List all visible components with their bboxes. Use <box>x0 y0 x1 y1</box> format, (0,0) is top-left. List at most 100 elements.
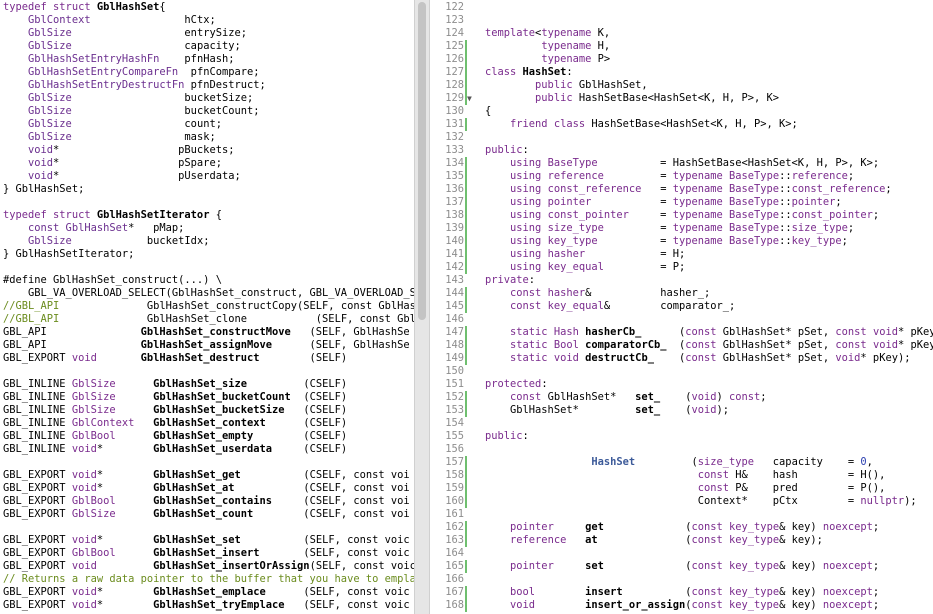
code-line[interactable]: 164 <box>430 547 933 560</box>
code-line[interactable]: 160 Context* pCtx = nullptr); <box>430 495 933 508</box>
code-token: * pMap; <box>128 222 185 234</box>
line-number: 152 <box>445 391 464 403</box>
code-token: Context* pCtx = <box>485 495 861 507</box>
line-number: 148 <box>445 339 464 351</box>
code-line[interactable]: 128 public GblHashSet, <box>430 79 933 92</box>
code-line[interactable]: 150 <box>430 365 933 378</box>
code-token: void <box>3 170 54 182</box>
fold-arrow-icon[interactable]: ▼ <box>467 92 472 105</box>
code-token: GblHashSet_constructMove <box>140 326 291 338</box>
code-token: const <box>691 521 723 533</box>
code-token: GblHashSet_constructCopy(SELF, const Gbl… <box>59 300 414 312</box>
code-line[interactable]: 138 using const_pointer = typename BaseT… <box>430 209 933 222</box>
code-token: GblHashSet_emplace <box>153 586 266 598</box>
left-editor-scrollbar[interactable] <box>414 0 430 614</box>
code-line[interactable]: 156 <box>430 443 933 456</box>
code-line[interactable]: 134 using BaseType = HashSetBase<HashSet… <box>430 157 933 170</box>
code-line[interactable]: 129 ▼ public HashSetBase<HashSet<K, H, P>… <box>430 92 933 105</box>
code-line[interactable]: 140 using key_type = typename BaseType::… <box>430 235 933 248</box>
code-line[interactable]: 154 <box>430 417 933 430</box>
code-line[interactable]: 144 const hasher& hasher_; <box>430 287 933 300</box>
code-line[interactable]: 167 bool insert (const key_type& key) no… <box>430 586 933 599</box>
code-line[interactable]: 132 <box>430 131 933 144</box>
code-token: GBL_API <box>3 326 141 338</box>
code-line[interactable]: 145 const key_equal& comparator_; <box>430 300 933 313</box>
code-line[interactable]: 143 private: <box>430 274 933 287</box>
code-line[interactable]: 130 { <box>430 105 933 118</box>
right-editor-pane[interactable]: 122 123 124 template<typename K, 125 typenam… <box>430 0 933 614</box>
code-text: GBL_EXPORT GblBool GblHashSet_contains (… <box>3 495 410 508</box>
code-line[interactable]: 148 static Bool comparatorCb_ (const Gbl… <box>430 339 933 352</box>
code-line[interactable]: 168 void insert_or_assign(const key_type… <box>430 599 933 612</box>
code-token: typedef struct <box>3 209 97 221</box>
line-number: 136 <box>445 183 464 195</box>
code-token: H, <box>591 40 611 52</box>
code-line[interactable]: 122 <box>430 1 933 14</box>
code-line[interactable]: 127 class HashSet: <box>430 66 933 79</box>
code-line[interactable]: 166 <box>430 573 933 586</box>
code-token: size_type <box>697 456 755 468</box>
code-token: typename <box>541 40 592 52</box>
code-text: void* pBuckets; <box>3 144 234 157</box>
line-number: 158 <box>445 469 464 481</box>
code-line[interactable]: 153 GblHashSet* set_ (void); <box>430 404 933 417</box>
code-line[interactable]: 123 <box>430 14 933 27</box>
code-token: * <box>96 482 154 494</box>
code-token: GblSize <box>3 118 72 130</box>
scrollbar-thumb[interactable] <box>418 2 426 320</box>
code-token: , <box>866 456 873 468</box>
code-line[interactable]: 158 const H& hash = H(), <box>430 469 933 482</box>
code-line[interactable]: 136 using const_reference = typename Bas… <box>430 183 933 196</box>
code-line[interactable]: 133 public: <box>430 144 933 157</box>
code-line[interactable]: 131 friend class HashSetBase<HashSet<K, … <box>430 118 933 131</box>
code-line[interactable]: 126 typename P> <box>430 53 933 66</box>
code-line[interactable]: 162 pointer get (const key_type& key) no… <box>430 521 933 534</box>
code-line[interactable]: 139 using size_type = typename BaseType:… <box>430 222 933 235</box>
code-token: void <box>3 157 54 169</box>
code-token: entrySize; <box>71 27 247 39</box>
code-line[interactable]: 146 <box>430 313 933 326</box>
code-line[interactable]: 163 reference at (const key_type& key); <box>430 534 933 547</box>
code-line[interactable]: 155 public: <box>430 430 933 443</box>
code-line[interactable]: 147 static Hash hasherCb_ (const GblHash… <box>430 326 933 339</box>
code-line[interactable]: 152 const GblHashSet* set_ (void) const; <box>430 391 933 404</box>
code-token: const <box>691 586 723 598</box>
code-token: * <box>96 443 154 455</box>
code-line[interactable]: 151 protected: <box>430 378 933 391</box>
line-number: 123 <box>445 14 464 26</box>
code-line[interactable]: 137 using pointer = typename BaseType::p… <box>430 196 933 209</box>
code-line[interactable]: 141 using hasher = H; <box>430 248 933 261</box>
code-line[interactable]: 165 pointer set (const key_type& key) no… <box>430 560 933 573</box>
modified-line-marker <box>465 248 467 261</box>
code-token: ( <box>597 534 692 546</box>
modified-line-marker <box>465 456 467 469</box>
code-token: //GBL_API <box>3 300 60 312</box>
left-editor-pane[interactable]: typedef struct GblHashSet{ GblContext hC… <box>0 0 414 614</box>
code-token: hasher <box>547 287 586 299</box>
modified-line-marker <box>465 53 467 66</box>
code-line[interactable]: 159 const P& pred = P(), <box>430 482 933 495</box>
code-token: const <box>697 482 729 494</box>
code-line[interactable]: 161 <box>430 508 933 521</box>
code-line[interactable]: 149 static void destructCb_ (const GblHa… <box>430 352 933 365</box>
code-line[interactable]: 124 template<typename K, <box>430 27 933 40</box>
code-line[interactable]: 125 typename H, <box>430 40 933 53</box>
code-text: template<typename K, <box>485 27 610 40</box>
code-token: void <box>71 534 97 546</box>
code-token: pointer <box>547 196 592 208</box>
modified-line-marker <box>465 300 467 313</box>
line-number: 126 <box>445 53 464 65</box>
code-line[interactable]: 135 using reference = typename BaseType:… <box>430 170 933 183</box>
line-number: 139 <box>445 222 464 234</box>
code-line[interactable]: 157 HashSet (size_type capacity = 0, <box>430 456 933 469</box>
code-token: (CSELF, const voi <box>234 482 410 494</box>
code-line[interactable]: 142 using key_equal = P; <box>430 261 933 274</box>
code-token: GBL_VA_OVERLOAD_SELECT(GblHashSet_constr… <box>3 287 414 299</box>
code-token: ; <box>872 599 880 611</box>
code-token: GblContext <box>71 417 135 429</box>
